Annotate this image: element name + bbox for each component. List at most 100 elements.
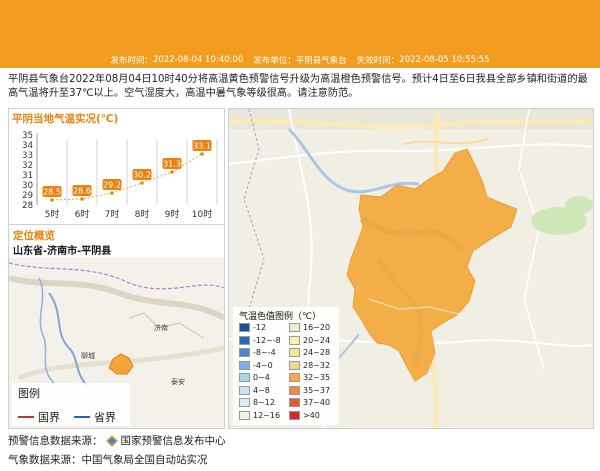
color-swatch xyxy=(239,385,250,395)
location-panel-title: 定位概览 xyxy=(13,230,55,242)
warning-source-link[interactable]: 国家预警信息发布中心 xyxy=(121,433,226,448)
color-legend-label: 35~37 xyxy=(303,385,331,395)
color-swatch xyxy=(289,335,300,345)
color-legend-label: 12~16 xyxy=(253,410,281,420)
temperature-point xyxy=(110,191,114,195)
color-legend-item: >40 xyxy=(289,410,320,420)
y-tick-label: 31 xyxy=(22,171,33,181)
city-label-jinan: 济南 xyxy=(154,323,168,332)
y-tick-label: 29 xyxy=(22,191,33,201)
publish-time-label: 发布时间： xyxy=(110,56,153,66)
color-swatch xyxy=(289,373,300,382)
color-swatch xyxy=(239,410,250,420)
color-legend-item: 20~24 xyxy=(289,335,331,345)
temperature-value-label: 28.6 xyxy=(73,187,91,196)
y-tick-label: 35 xyxy=(22,131,33,141)
color-legend-label: 16~20 xyxy=(303,323,331,332)
hour-tick-label: 6时 xyxy=(75,208,90,220)
city-label-taian: 泰安 xyxy=(171,377,185,386)
publish-time: 2022-08-04 10:40:00 xyxy=(152,55,244,65)
color-legend-item: 8~12 xyxy=(239,398,275,407)
temperature-value-label: 28.5 xyxy=(43,188,61,197)
color-swatch xyxy=(239,373,250,382)
y-tick-label: 32 xyxy=(22,161,33,171)
hour-tick-label: 8时 xyxy=(135,208,150,220)
color-legend-item: 24~28 xyxy=(289,348,330,357)
color-legend-item: -12~-8 xyxy=(239,335,281,345)
color-legend-label: 0~4 xyxy=(253,373,270,382)
color-legend-label: 32~35 xyxy=(303,373,331,382)
color-legend-label: 24~28 xyxy=(303,348,331,357)
color-legend-item: 16~20 xyxy=(289,323,330,332)
color-legend-label: 8~12 xyxy=(253,398,275,407)
hour-tick-label: 10时 xyxy=(192,208,212,220)
temperature-value-label: 29.2 xyxy=(103,181,121,190)
publisher: 平阴县气象台 xyxy=(295,56,347,66)
hour-tick-label: 5时 xyxy=(45,208,60,220)
temperature-point xyxy=(50,198,54,202)
y-tick-label: 30 xyxy=(22,181,33,191)
publisher-label: 发布单位： xyxy=(253,56,296,66)
color-swatch xyxy=(239,348,250,357)
temperature-point xyxy=(140,181,144,185)
color-legend-label: -4~0 xyxy=(253,360,273,370)
y-tick-label: 33 xyxy=(22,151,33,161)
y-tick-label: 28 xyxy=(22,201,33,211)
color-legend-item: 28~32 xyxy=(289,360,331,370)
temperature-value-label: 30.2 xyxy=(133,171,151,180)
color-legend-label: 4~8 xyxy=(253,385,270,395)
location-region: 山东省-济南市-平阴县 xyxy=(13,246,112,257)
temperature-panel: 35 34 33 32 31 30 29 28 28.5 5时 28.6 6时 29.2 7时 30.2 8时… xyxy=(8,108,225,225)
color-legend-item: -12 xyxy=(239,323,266,332)
national-border-line-icon xyxy=(18,416,34,418)
color-swatch xyxy=(239,335,250,345)
color-legend-label: 28~32 xyxy=(303,360,331,370)
color-legend-item: -8~-4 xyxy=(239,348,276,357)
color-swatch xyxy=(289,398,300,407)
color-legend-item: -4~0 xyxy=(239,360,273,370)
color-swatch xyxy=(289,323,300,332)
temperature-panel-title: 平阴当地气温实况(℃) xyxy=(12,113,119,125)
temperature-point xyxy=(200,152,204,156)
temperature-point xyxy=(170,170,174,174)
city-label-liaocheng: 聊城 xyxy=(81,351,95,360)
color-legend-item: 12~16 xyxy=(239,410,281,420)
location-panel: 定位概览 山东省-济南市-平阴县 济南 聊城 泰安 图例 国界 省界 xyxy=(8,224,225,429)
legend-province-border: 省界 xyxy=(74,409,116,425)
color-legend-item: 32~35 xyxy=(289,373,330,382)
color-legend-label: >40 xyxy=(303,410,320,420)
temperature-value-label: 31.3 xyxy=(163,160,181,169)
color-legend-label: -12~-8 xyxy=(253,335,281,345)
color-legend-item: 37~40 xyxy=(289,398,330,407)
color-legend-label: 20~24 xyxy=(303,335,331,345)
color-swatch xyxy=(239,360,250,370)
legend-national-border: 国界 xyxy=(18,409,60,425)
province-border-line-icon xyxy=(74,416,90,418)
expire-time-label: 失效时间： xyxy=(356,56,400,66)
map-legend: 图例 国界 省界 xyxy=(12,383,130,426)
hour-tick-label: 7时 xyxy=(105,208,120,220)
color-legend-item: 35~37 xyxy=(289,385,331,395)
color-swatch xyxy=(289,385,300,395)
temperature-color-legend: 气温色值图例（℃） -12 16~20 -12~-8 20~24 -8~-4 24~28 -… xyxy=(233,307,339,425)
color-legend-label: -8~-4 xyxy=(253,348,276,357)
weather-source-line: 气象数据来源：中国气象局全国自动站实况 xyxy=(8,454,208,466)
color-legend-title: 气温色值图例（℃） xyxy=(239,312,322,322)
map-legend-title: 图例 xyxy=(18,387,40,400)
temperature-value-label: 33.1 xyxy=(193,142,211,151)
color-legend-label: 37~40 xyxy=(303,398,331,407)
color-legend-item: 4~8 xyxy=(239,385,270,395)
temperature-chart: 3534333231302928 28.5 5时 28.6 6时 29.2 7时 30.2 8时… xyxy=(22,131,218,220)
y-tick-label: 34 xyxy=(22,141,33,151)
color-legend-item: 0~4 xyxy=(239,373,270,382)
color-legend-label: -12 xyxy=(253,323,267,332)
color-swatch xyxy=(239,323,250,332)
temperature-point xyxy=(80,197,84,201)
legend-national-border-label: 国界 xyxy=(38,411,60,424)
color-swatch xyxy=(239,398,250,407)
color-swatch xyxy=(289,348,300,357)
color-swatch xyxy=(289,410,300,420)
warning-center-logo-icon xyxy=(105,434,118,447)
warning-source-line: 预警信息数据来源： 国家预警信息发布中心 xyxy=(8,433,226,448)
hour-tick-label: 9时 xyxy=(165,208,180,220)
